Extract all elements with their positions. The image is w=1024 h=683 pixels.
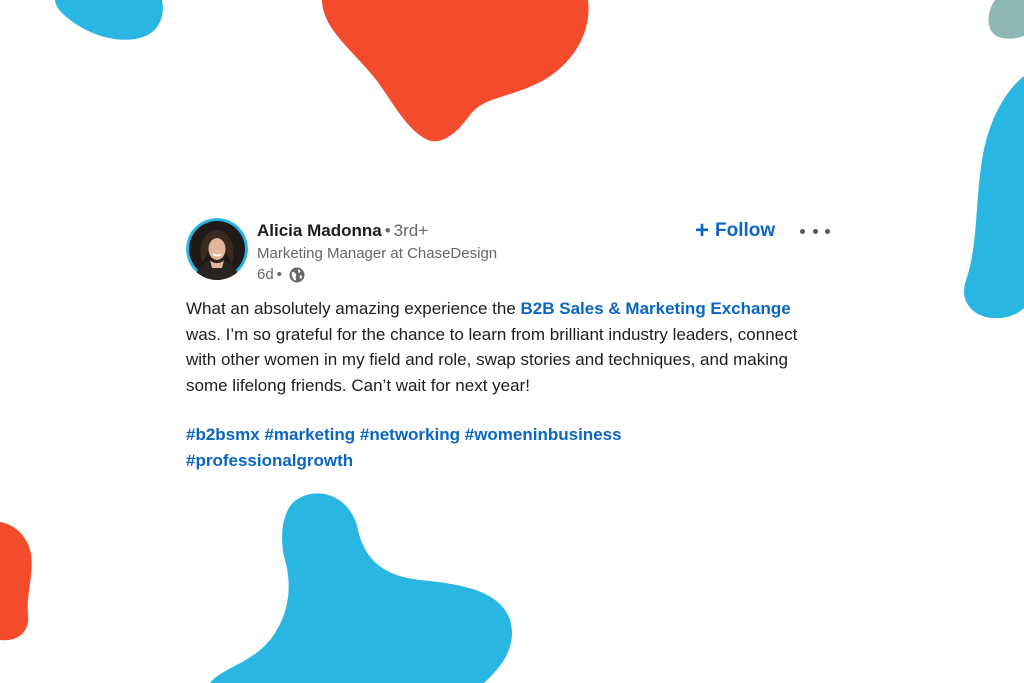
avatar[interactable] <box>186 218 248 280</box>
author-name[interactable]: Alicia Madonna <box>257 221 382 240</box>
author-info: Alicia Madonna • 3rd+ Marketing Manager at… <box>257 220 497 285</box>
hashtags: #b2bsmx #marketing #networking #womeninb… <box>186 422 826 473</box>
blob-teal-top-right <box>988 0 1024 39</box>
blob-red-left <box>0 522 32 641</box>
blob-blue-right <box>964 76 1024 319</box>
follow-label: Follow <box>715 220 776 241</box>
avatar-photo <box>186 218 248 280</box>
post-body-text: was. I’m so grateful for the chance to l… <box>186 324 798 395</box>
more-dot <box>800 228 805 234</box>
hashtag-link[interactable]: #professionalgrowth <box>186 451 353 470</box>
connection-degree: 3rd+ <box>393 221 429 240</box>
author-headline: Marketing Manager at ChaseDesign <box>257 245 498 262</box>
name-separator: • <box>384 221 391 240</box>
author-name-row: Alicia Madonna • 3rd+ <box>257 220 497 242</box>
more-options-icon[interactable] <box>800 218 830 244</box>
plus-icon: + <box>695 217 710 244</box>
more-dot <box>825 228 830 234</box>
blob-red-top <box>322 0 589 142</box>
post-body-text: What an absolutely amazing experience th… <box>186 299 521 318</box>
event-link[interactable]: B2B Sales & Marketing Exchange <box>521 299 791 318</box>
hashtag-link[interactable]: #networking <box>360 425 460 444</box>
post-body: What an absolutely amazing experience th… <box>186 296 826 398</box>
follow-button[interactable]: + Follow <box>695 218 775 244</box>
post-meta: 6d • <box>257 265 497 285</box>
time-separator: • <box>276 266 282 283</box>
hashtag-link[interactable]: #b2bsmx <box>186 425 260 444</box>
hashtag-link[interactable]: #womeninbusiness <box>465 425 622 444</box>
post-time: 6d <box>257 266 274 283</box>
blob-blue-top-left <box>55 0 163 40</box>
hashtag-link[interactable]: #marketing <box>264 425 355 444</box>
globe-icon <box>289 267 305 283</box>
blob-blue-bottom <box>210 493 512 683</box>
more-dot <box>812 228 818 234</box>
